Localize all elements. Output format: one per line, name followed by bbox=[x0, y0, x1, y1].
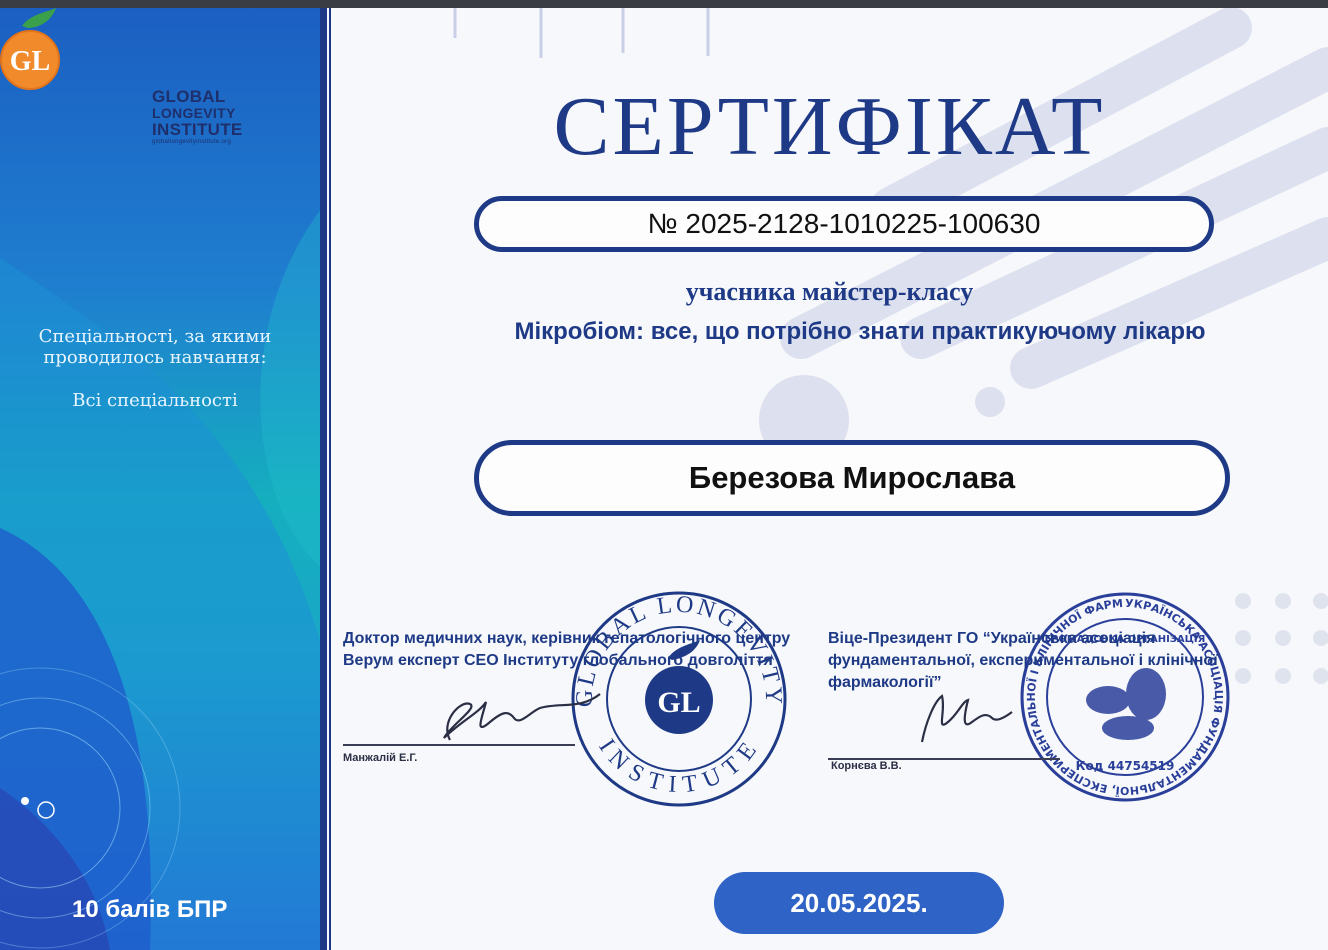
stamp-bottom-text: INSTITUTE bbox=[593, 735, 760, 799]
certificate-number-box: № 2025-2128-1010225-100630 bbox=[474, 196, 1214, 252]
signatory-1-name: Манжалій Е.Г. bbox=[343, 752, 418, 764]
logo-wordmark: GLOBAL LONGEVITY INSTITUTE globallongevi… bbox=[152, 88, 243, 146]
signature-1-line bbox=[343, 744, 575, 746]
certificate-number: № 2025-2128-1010225-100630 bbox=[647, 208, 1041, 239]
signature-1-scribble bbox=[443, 693, 601, 741]
panel-divider bbox=[320, 8, 327, 950]
sidebar-decoration bbox=[0, 208, 322, 950]
window-top-bar bbox=[0, 0, 1328, 8]
signature-2-scribble bbox=[920, 694, 1013, 743]
certificate-page: GL GLOBAL LONGEVITY INSTITUTE globallong… bbox=[0, 0, 1328, 950]
logo-url: globallongevityinstitute.org bbox=[152, 139, 232, 145]
recipient-name-box: Березова Мирослава bbox=[474, 440, 1230, 516]
participant-label: учасника майстер-класу bbox=[685, 277, 974, 306]
logo-line-2: LONGEVITY bbox=[152, 105, 236, 121]
course-title: Мікробіом: все, що потрібно знати практи… bbox=[514, 318, 1206, 345]
recipient-name: Березова Мирослава bbox=[688, 460, 1016, 495]
logo-line-3: INSTITUTE bbox=[152, 120, 243, 139]
certificate-title: СЕРТИФІКАТ bbox=[553, 80, 1106, 173]
left-sidebar-panel: GL GLOBAL LONGEVITY INSTITUTE globallong… bbox=[0, 8, 322, 950]
stamp-monogram: GL bbox=[657, 686, 700, 719]
cpd-points: 10 балів БПР bbox=[72, 896, 228, 923]
signatory-2-name: Корнєва В.В. bbox=[831, 760, 902, 772]
logo-line-1: GLOBAL bbox=[152, 87, 226, 106]
issue-date-pill: 20.05.2025. bbox=[714, 872, 1004, 934]
specialties-title: Спеціальності, за якими проводилось навч… bbox=[38, 326, 272, 368]
specialties-value: Всі спеціальності bbox=[72, 390, 238, 411]
issue-date: 20.05.2025. bbox=[790, 887, 928, 918]
institute-logo: GL bbox=[0, 8, 60, 90]
svg-text:INSTITUTE: INSTITUTE bbox=[593, 735, 764, 799]
association-stamp: УКРАЇНСЬКА АСОЦІАЦІЯ ФУНДАМЕНТАЛЬНОЇ, ЕК… bbox=[1018, 590, 1230, 802]
signatory-1-position: Доктор медичних наук, керівник гепатолог… bbox=[343, 630, 791, 669]
signatory-2-position: Віце-Президент ГО “Українська асоціація … bbox=[828, 630, 1218, 691]
association-code: Код 44754519 bbox=[1076, 759, 1175, 773]
logo-monogram: GL bbox=[10, 46, 50, 77]
